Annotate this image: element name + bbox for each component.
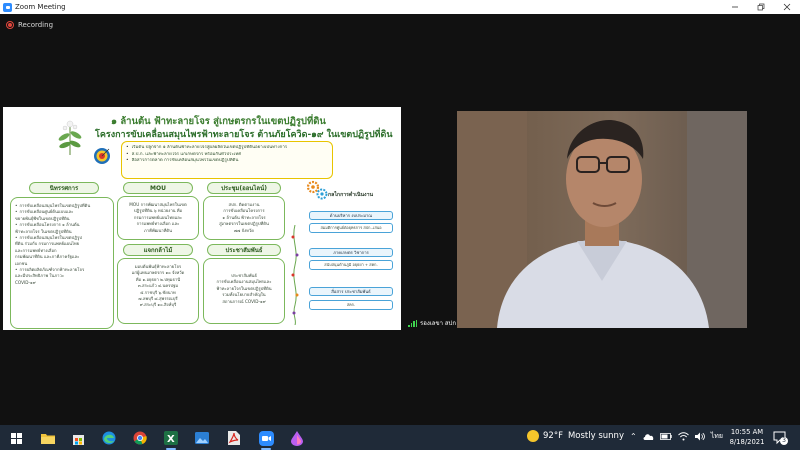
mou-header: MOU [123,182,193,194]
show-hidden-icons-chevron-icon[interactable]: ⌃ [630,432,637,441]
mou-line: ภาคีพัฒนาที่ดิน [143,227,172,233]
signal-strength-icon [408,319,417,327]
zoom-icon [258,430,274,446]
process-step-sub: สมมติการศูนย์ต่อยุทธการ สปก.-เสนอ [320,225,382,230]
folder-icon [41,434,55,444]
objective-item: ส.ป.ก. และฟ้าทะลายโจร แก่เกษตรกร พร้อมกั… [126,152,328,159]
participant-video-frame [457,111,747,328]
process-title: กลไกการดำเนินงาน [328,192,374,198]
paint-button[interactable] [287,428,307,448]
process-step-head: ภาคเกษตร วิชาการ [309,248,393,257]
wifi-icon[interactable] [677,432,689,441]
zoom-button[interactable] [256,428,276,450]
pr-header: ประชาสัมพันธ์ [207,244,281,256]
policy-box: การขับเคลื่อนสมุนไพรในเขตปฏิรูปที่ดิน กา… [10,197,114,329]
svg-text:X: X [167,434,175,445]
sun-icon [527,430,539,442]
participant-name: รองเลขา สปก [420,320,456,327]
pr-box: ประชาสัมพันธ์ การขับเคลื่อนงานสมุนไพรและ… [203,258,285,324]
recording-label: Recording [18,21,54,29]
record-icon [6,21,14,29]
target-icon [94,148,110,164]
battery-icon[interactable] [659,433,672,440]
window-titlebar: Zoom Meeting [0,0,800,14]
cloud-icon[interactable] [643,433,654,440]
clock-time: 10:55 AM [730,428,764,436]
decorative-vine-icon [291,225,299,325]
excel-icon: X [164,431,178,445]
process-step-head: ด้านบริหาร งบประมาณ [309,211,393,220]
file-explorer-button[interactable] [38,428,58,448]
distribution-line: ๙.สระบุรี ๑๐.สิงห์บุรี [139,302,177,308]
meeting-line: ๗๗ จังหวัด [234,227,254,233]
notification-center-button[interactable]: 3 [773,430,788,445]
photos-button[interactable] [192,428,212,448]
taskbar-clock[interactable]: 10:55 AM 8/18/2021 [725,428,769,447]
pr-line: สถานการณ์ COVID-๑๙ [222,298,266,304]
store-bag-icon [72,434,84,445]
minimize-icon [732,6,738,8]
window-controls [722,0,800,14]
objectives-box: เริ่มต้น ปลูกจาก ๑ ล้านต้นฟ้าทะลายโจรสู่… [121,141,333,179]
excel-button[interactable]: X [161,428,181,450]
chrome-browser-button[interactable] [130,428,150,448]
windows-logo-icon [10,432,22,444]
gears-icon [306,180,328,200]
input-language-indicator[interactable]: ไทย [711,431,723,442]
close-icon [783,3,791,11]
chrome-icon [133,431,147,445]
notification-count-badge: 3 [780,437,788,445]
recording-indicator[interactable]: Recording [6,21,53,29]
pr-line: การขับเคลื่อนงานสมุนไพรและ [216,279,272,285]
speaker-icon[interactable] [694,432,705,441]
weather-temperature: 92°F [543,431,563,441]
windows-taskbar: X 92°F Mostly sunny ⌃ ไทย 10:55 AM 8/18/… [0,425,800,450]
process-step-head: สื่อสาร ประชาสัมพันธ์ [309,287,393,296]
paint-drop-icon [291,430,303,446]
system-tray: ⌃ ไทย [630,431,723,442]
zoom-app-icon [3,2,12,12]
photos-icon [195,432,209,444]
herb-plant-icon [58,120,82,155]
clock-date: 8/18/2021 [729,437,765,446]
minimize-button[interactable] [722,0,748,14]
policy-header: นิทรรศการ [29,182,99,194]
process-step-sub: สคก. [346,302,356,307]
weather-widget[interactable]: 92°F Mostly sunny [527,430,624,442]
participant-video[interactable] [457,111,747,328]
meeting-box: สปก. ติดตามงาน การขับเคลื่อนโครงการ ๑ ล้… [203,196,285,240]
close-button[interactable] [774,0,800,14]
edge-icon [102,431,116,445]
distribution-box: มอบต้นพันธุ์ฟ้าทะลายโจร แก่ผู้แทนเกษตรกร… [117,258,199,324]
mou-box: MOU การพัฒนาสมุนไพรในเขต ปฏิรูปที่ดิน ๖ … [117,196,199,240]
acrobat-button[interactable] [224,428,244,448]
shared-screen-slide: ๑ ล้านต้น ฟ้าทะลายโจร สู่เกษตรกรในเขตปฏิ… [3,107,401,330]
restore-button[interactable] [748,0,774,14]
distribution-line: แก่ผู้แทนเกษตรกร ๑๐ จังหวัด [131,270,185,276]
slide-subtitle: โครงการขับเคลื่อนสมุนไพรฟ้าทะลายโจร ต้าน… [95,130,393,140]
objective-item: เริ่มต้น ปลูกจาก ๑ ล้านต้นฟ้าทะลายโจรสู่… [126,145,328,152]
objective-item: สื่อสารการตลาด การขับเคลื่อนสมุนไพรในเขต… [126,158,328,165]
windows-start-button[interactable] [6,428,26,448]
edge-browser-button[interactable] [99,428,119,448]
microsoft-store-button[interactable] [68,428,88,448]
meeting-header: ประชุม(ออนไลน์) [207,182,281,194]
window-title: Zoom Meeting [15,3,66,11]
policy-item: COVID-๑๙ [15,279,36,285]
acrobat-icon [228,431,240,445]
distribution-header: แจกกล้าไม้ [123,244,193,256]
restore-icon [757,3,765,11]
weather-condition: Mostly sunny [567,431,624,441]
participant-name-tag: รองเลขา สปก [408,318,456,328]
process-step-sub: สนับสนุนด้านภูมิ อยุธยา + สคก. [324,262,378,267]
